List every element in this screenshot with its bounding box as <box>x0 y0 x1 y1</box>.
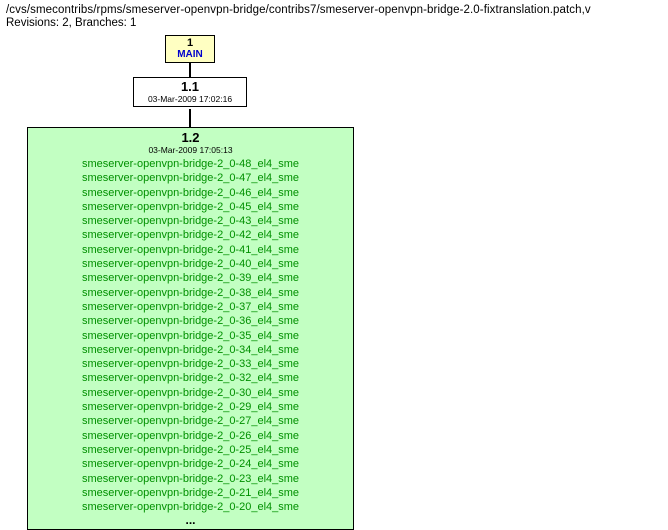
tag-label: smeserver-openvpn-bridge-2_0-26_el4_sme <box>82 429 299 443</box>
revision-date: 03-Mar-2009 17:05:13 <box>148 145 232 156</box>
tag-label: smeserver-openvpn-bridge-2_0-38_el4_sme <box>82 286 299 300</box>
tag-label: smeserver-openvpn-bridge-2_0-43_el4_sme <box>82 214 299 228</box>
tag-label: smeserver-openvpn-bridge-2_0-36_el4_sme <box>82 314 299 328</box>
file-path: /cvs/smecontribs/rpms/smeserver-openvpn-… <box>6 4 662 16</box>
tag-label: smeserver-openvpn-bridge-2_0-34_el4_sme <box>82 343 299 357</box>
tag-label: smeserver-openvpn-bridge-2_0-40_el4_sme <box>82 257 299 271</box>
tag-label: smeserver-openvpn-bridge-2_0-42_el4_sme <box>82 228 299 242</box>
revision-node-1-1: 1.1 03-Mar-2009 17:02:16 <box>134 77 246 107</box>
branch-label: MAIN <box>177 49 203 60</box>
tag-label: smeserver-openvpn-bridge-2_0-39_el4_sme <box>82 271 299 285</box>
tag-label: smeserver-openvpn-bridge-2_0-21_el4_sme <box>82 486 299 500</box>
tag-label: smeserver-openvpn-bridge-2_0-37_el4_sme <box>82 300 299 314</box>
revision-version: 1.2 <box>181 130 199 145</box>
tag-label: smeserver-openvpn-bridge-2_0-41_el4_sme <box>82 243 299 257</box>
tag-label: smeserver-openvpn-bridge-2_0-24_el4_sme <box>82 457 299 471</box>
more-tags-ellipsis: ... <box>185 514 195 527</box>
revision-meta: Revisions: 2, Branches: 1 <box>6 17 662 29</box>
tag-label: smeserver-openvpn-bridge-2_0-20_el4_sme <box>82 500 299 514</box>
tag-label: smeserver-openvpn-bridge-2_0-33_el4_sme <box>82 357 299 371</box>
revision-date: 03-Mar-2009 17:02:16 <box>148 94 232 104</box>
tag-label: smeserver-openvpn-bridge-2_0-23_el4_sme <box>82 472 299 486</box>
tag-label: smeserver-openvpn-bridge-2_0-47_el4_sme <box>82 171 299 185</box>
tag-label: smeserver-openvpn-bridge-2_0-35_el4_sme <box>82 329 299 343</box>
tag-label: smeserver-openvpn-bridge-2_0-30_el4_sme <box>82 386 299 400</box>
tag-label: smeserver-openvpn-bridge-2_0-25_el4_sme <box>82 443 299 457</box>
tag-label: smeserver-openvpn-bridge-2_0-27_el4_sme <box>82 414 299 428</box>
revision-node-1-2: 1.2 03-Mar-2009 17:05:13 smeserver-openv… <box>28 127 353 530</box>
tag-label: smeserver-openvpn-bridge-2_0-45_el4_sme <box>82 200 299 214</box>
tag-list: smeserver-openvpn-bridge-2_0-48_el4_smes… <box>28 157 353 514</box>
tag-label: smeserver-openvpn-bridge-2_0-46_el4_sme <box>82 186 299 200</box>
tag-label: smeserver-openvpn-bridge-2_0-32_el4_sme <box>82 371 299 385</box>
connector-line <box>189 63 191 77</box>
connector-line <box>189 109 191 127</box>
tag-label: smeserver-openvpn-bridge-2_0-29_el4_sme <box>82 400 299 414</box>
branch-number: 1 <box>187 37 193 49</box>
branch-node-main: 1 MAIN <box>166 35 214 63</box>
revision-version: 1.1 <box>181 80 199 94</box>
tag-label: smeserver-openvpn-bridge-2_0-48_el4_sme <box>82 157 299 171</box>
